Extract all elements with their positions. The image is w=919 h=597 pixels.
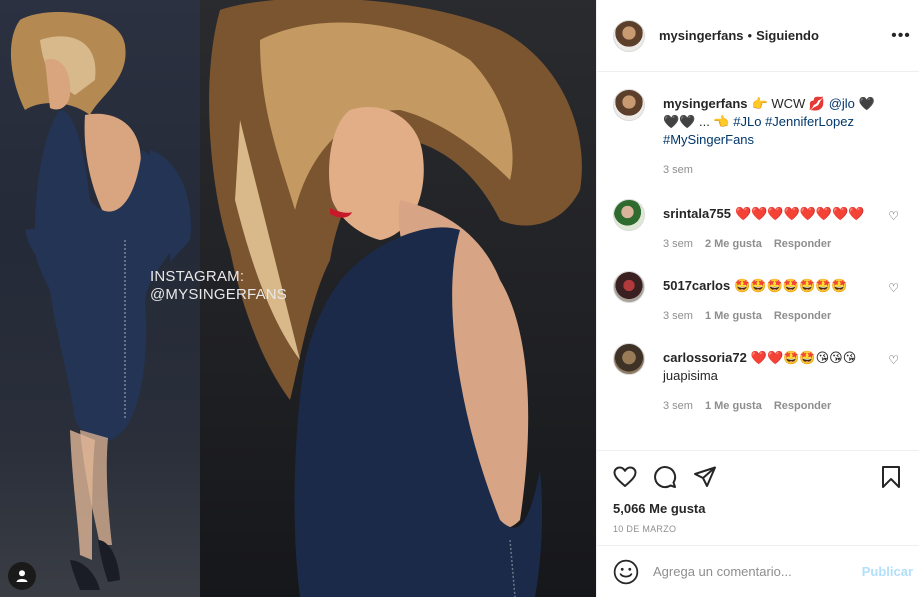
- comment-reply-button[interactable]: Responder: [774, 235, 831, 253]
- comment-time[interactable]: 3 sem: [663, 235, 693, 253]
- watermark-line-1: INSTAGRAM:: [150, 268, 245, 285]
- comment-text: 🤩🤩🤩🤩🤩🤩🤩: [734, 278, 848, 293]
- caption-mention[interactable]: @jlo: [829, 96, 855, 111]
- caption-avatar[interactable]: [613, 89, 645, 121]
- publish-button[interactable]: Publicar: [862, 564, 913, 579]
- comment-time[interactable]: 3 sem: [663, 397, 693, 415]
- caption-hashtag-jlo[interactable]: #JLo: [733, 114, 761, 129]
- speech-bubble-icon[interactable]: [653, 465, 677, 489]
- heart-outline-icon[interactable]: [613, 465, 637, 489]
- comment-meta: 3 sem 2 Me gusta Responder: [663, 235, 881, 253]
- caption-hashtag-jenniferlopez[interactable]: #JenniferLopez: [765, 114, 854, 129]
- paper-plane-icon[interactable]: [693, 465, 717, 489]
- caption: mysingerfans 👉 WCW 💋 @jlo 🖤🖤🖤 ... 👈 #JLo …: [613, 89, 903, 179]
- add-comment-bar: Publicar: [597, 545, 919, 597]
- comment-reply-button[interactable]: Responder: [774, 307, 831, 325]
- comment-meta: 3 sem 1 Me gusta Responder: [663, 307, 881, 325]
- caption-username[interactable]: mysingerfans: [663, 96, 748, 111]
- action-icons: [613, 451, 903, 503]
- more-options-button[interactable]: •••: [889, 24, 913, 48]
- header-separator: •: [747, 28, 753, 43]
- comment-time[interactable]: 3 sem: [663, 307, 693, 325]
- likes-count[interactable]: 5,066 Me gusta: [613, 501, 903, 516]
- comment-body: 5017carlos 🤩🤩🤩🤩🤩🤩🤩 3 sem 1 Me gusta Respo…: [663, 271, 903, 325]
- comment-input[interactable]: [653, 564, 862, 579]
- comment-meta: 3 sem 1 Me gusta Responder: [663, 397, 881, 415]
- comment-username[interactable]: srintala755: [663, 206, 731, 221]
- person-icon: [16, 570, 28, 582]
- author-username[interactable]: mysingerfans: [659, 28, 744, 43]
- caption-text-1: 👉 WCW 💋: [751, 96, 829, 111]
- tagged-users-button[interactable]: [8, 562, 36, 590]
- comment-likes[interactable]: 2 Me gusta: [705, 235, 762, 253]
- comments-list[interactable]: mysingerfans 👉 WCW 💋 @jlo 🖤🖤🖤 ... 👈 #JLo …: [597, 73, 919, 450]
- caption-meta: 3 sem: [663, 161, 881, 179]
- post-date[interactable]: 10 DE MARZO: [613, 524, 903, 534]
- comment-body: carlossoria72 ❤️❤️🤩🤩😘😘😘 juapisima 3 sem 1…: [663, 343, 903, 415]
- comment-item: srintala755 ❤️❤️❤️❤️❤️❤️❤️❤️ 3 sem 2 Me g…: [613, 199, 903, 253]
- comment-body: srintala755 ❤️❤️❤️❤️❤️❤️❤️❤️ 3 sem 2 Me g…: [663, 199, 903, 253]
- caption-hashtag-mysingerfans[interactable]: #MySingerFans: [663, 132, 754, 147]
- comment-avatar[interactable]: [613, 271, 645, 303]
- comment-text: ❤️❤️❤️❤️❤️❤️❤️❤️: [734, 206, 865, 221]
- comment-likes[interactable]: 1 Me gusta: [705, 397, 762, 415]
- post-image[interactable]: INSTAGRAM: @MYSINGERFANS: [0, 0, 596, 597]
- post-actions: 5,066 Me gusta 10 DE MARZO: [597, 450, 919, 534]
- post-header: mysingerfans • Siguiendo •••: [597, 0, 919, 72]
- following-button[interactable]: Siguiendo: [756, 28, 819, 43]
- post-side-panel: mysingerfans • Siguiendo ••• mysingerfan…: [596, 0, 919, 597]
- comment-item: carlossoria72 ❤️❤️🤩🤩😘😘😘 juapisima 3 sem 1…: [613, 343, 903, 415]
- comment-item: 5017carlos 🤩🤩🤩🤩🤩🤩🤩 3 sem 1 Me gusta Respo…: [613, 271, 903, 325]
- caption-body: mysingerfans 👉 WCW 💋 @jlo 🖤🖤🖤 ... 👈 #JLo …: [663, 89, 903, 179]
- comment-reply-button[interactable]: Responder: [774, 397, 831, 415]
- comment-like-heart-icon[interactable]: ♡: [888, 209, 899, 223]
- instagram-post: INSTAGRAM: @MYSINGERFANS mysingerfans • …: [0, 0, 919, 597]
- comment-likes[interactable]: 1 Me gusta: [705, 307, 762, 325]
- comment-avatar[interactable]: [613, 199, 645, 231]
- bookmark-icon[interactable]: [879, 465, 903, 489]
- comment-username[interactable]: 5017carlos: [663, 278, 730, 293]
- watermark-line-2: @MYSINGERFANS: [150, 286, 288, 303]
- caption-time[interactable]: 3 sem: [663, 161, 693, 179]
- comment-like-heart-icon[interactable]: ♡: [888, 281, 899, 295]
- comment-avatar[interactable]: [613, 343, 645, 375]
- image-watermark: INSTAGRAM: @MYSINGERFANS: [150, 268, 287, 304]
- comment-username[interactable]: carlossoria72: [663, 350, 747, 365]
- author-avatar[interactable]: [613, 19, 645, 52]
- smiley-icon[interactable]: [613, 559, 639, 585]
- comment-like-heart-icon[interactable]: ♡: [888, 353, 899, 367]
- more-options-icon: •••: [891, 27, 911, 44]
